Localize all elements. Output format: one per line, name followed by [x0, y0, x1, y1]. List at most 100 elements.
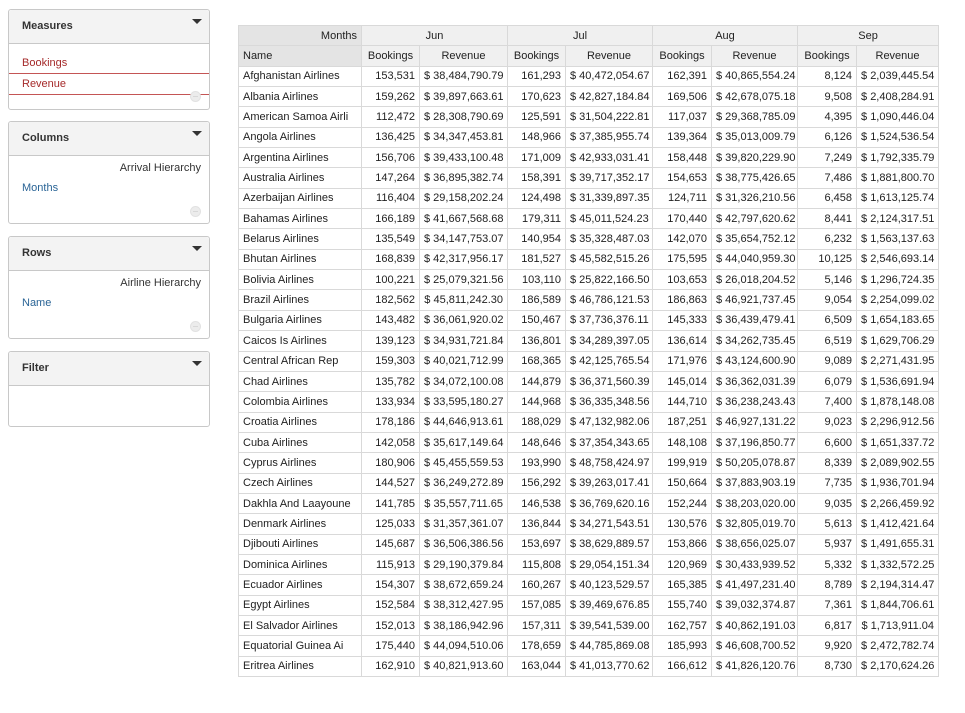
bookings-cell: 135,549 — [361, 228, 420, 250]
month-header[interactable]: Aug — [651, 24, 799, 47]
revenue-cell: $ 36,249,272.89 — [419, 472, 508, 494]
column-header-bookings[interactable]: Bookings — [507, 45, 566, 67]
column-header-bookings[interactable]: Bookings — [797, 45, 858, 67]
revenue-cell: $ 38,186,942.96 — [419, 614, 508, 637]
revenue-cell: $ 2,170,624.26 — [856, 655, 940, 678]
bookings-cell: 147,264 — [361, 167, 420, 189]
table-row: Dakhla And Laayoune 141,785 $ 35,557,711.6… — [238, 492, 940, 515]
bookings-cell: 162,910 — [361, 655, 420, 678]
month-header-row: Months Jun Jul Aug Sep — [238, 24, 940, 47]
bookings-cell: 4,395 — [797, 106, 858, 128]
revenue-cell: $ 34,271,543.51 — [565, 513, 653, 535]
month-header[interactable]: Sep — [797, 24, 940, 47]
table-row: Afghanistan Airlines 153,531 $ 38,484,790.… — [238, 65, 940, 88]
bookings-cell: 161,293 — [507, 65, 566, 88]
column-header-bookings[interactable]: Bookings — [652, 45, 712, 67]
table-row: Cuba Airlines 142,058 $ 35,617,149.64 148,6… — [238, 431, 940, 454]
revenue-cell: $ 38,484,790.79 — [419, 65, 508, 88]
table-row: Bolivia Airlines 100,221 $ 25,079,321.56 10… — [238, 269, 940, 291]
row-name-cell: Central African Rep — [238, 350, 362, 372]
bookings-cell: 100,221 — [361, 269, 420, 291]
column-header-revenue[interactable]: Revenue — [419, 45, 508, 67]
bookings-cell: 169,506 — [652, 86, 712, 108]
bookings-cell: 136,425 — [361, 126, 420, 149]
bookings-cell: 103,653 — [652, 269, 712, 291]
column-header-revenue[interactable]: Revenue — [856, 45, 940, 67]
revenue-cell: $ 1,713,911.04 — [856, 614, 940, 637]
clear-icon[interactable] — [190, 321, 201, 332]
collapse-icon[interactable] — [192, 361, 202, 366]
revenue-cell: $ 40,865,554.24 — [710, 65, 799, 88]
bookings-cell: 187,251 — [652, 411, 712, 433]
measure-item-bookings[interactable]: Bookings — [9, 53, 209, 74]
bookings-cell: 168,365 — [507, 350, 566, 372]
row-name-cell: Argentina Airlines — [238, 147, 362, 169]
revenue-cell: $ 35,654,752.12 — [710, 228, 799, 250]
bookings-cell: 185,993 — [652, 635, 712, 657]
revenue-cell: $ 42,317,956.17 — [419, 248, 508, 271]
bookings-cell: 165,385 — [652, 574, 712, 596]
revenue-cell: $ 1,651,337.72 — [856, 431, 940, 454]
bookings-cell: 158,391 — [507, 167, 566, 189]
collapse-icon[interactable] — [192, 131, 202, 136]
measures-panel: Measures Bookings Revenue — [8, 9, 210, 110]
table-row: Ecuador Airlines 154,307 $ 38,672,659.24 16… — [238, 574, 940, 596]
hierarchy-label: Arrival Hierarchy — [119, 162, 201, 174]
collapse-icon[interactable] — [192, 19, 202, 24]
columns-panel: Columns Arrival Hierarchy Months — [8, 121, 210, 224]
bookings-cell: 178,186 — [361, 411, 420, 433]
revenue-cell: $ 39,897,663.61 — [419, 86, 508, 108]
month-header[interactable]: Jul — [507, 24, 653, 47]
clear-icon[interactable] — [190, 91, 201, 102]
revenue-cell: $ 26,018,204.52 — [710, 269, 799, 291]
revenue-cell: $ 39,469,676.85 — [565, 594, 653, 616]
collapse-icon[interactable] — [192, 246, 202, 251]
measures-panel-header[interactable]: Measures — [9, 10, 209, 44]
bookings-cell: 159,262 — [361, 86, 420, 108]
revenue-cell: $ 41,013,770.62 — [565, 655, 653, 678]
rows-panel-header[interactable]: Rows — [9, 237, 209, 271]
level-item-months[interactable]: Months — [9, 180, 209, 196]
bookings-cell: 125,033 — [361, 513, 420, 535]
columns-panel-header[interactable]: Columns — [9, 122, 209, 156]
row-name-cell: Angola Airlines — [238, 126, 362, 149]
bookings-cell: 159,303 — [361, 350, 420, 372]
row-name-cell: Bhutan Airlines — [238, 248, 362, 271]
bookings-cell: 124,711 — [652, 187, 712, 210]
bookings-cell: 8,789 — [797, 574, 858, 596]
revenue-cell: $ 40,821,913.60 — [419, 655, 508, 678]
month-header[interactable]: Jun — [361, 24, 508, 47]
revenue-cell: $ 1,296,724.35 — [856, 269, 940, 291]
hierarchy-label: Airline Hierarchy — [120, 277, 201, 289]
table-row: Croatia Airlines 178,186 $ 44,646,913.61 18… — [238, 411, 940, 433]
bookings-cell: 136,614 — [652, 330, 712, 352]
bookings-cell: 166,189 — [361, 208, 420, 230]
filter-panel-header[interactable]: Filter — [9, 352, 209, 386]
row-name-cell: Egypt Airlines — [238, 594, 362, 616]
level-item-name[interactable]: Name — [9, 295, 209, 311]
table-row: Bahamas Airlines 166,189 $ 41,667,568.68 17… — [238, 208, 940, 230]
filter-panel: Filter — [8, 351, 210, 427]
revenue-cell: $ 37,196,850.77 — [710, 431, 799, 454]
column-header-revenue[interactable]: Revenue — [565, 45, 653, 67]
row-header-name[interactable]: Name — [238, 45, 362, 67]
corner-header: Months — [238, 24, 362, 47]
table-row: Eritrea Airlines 162,910 $ 40,821,913.60 16… — [238, 655, 940, 678]
row-name-cell: Equatorial Guinea Ai — [238, 635, 362, 657]
bookings-cell: 157,085 — [507, 594, 566, 616]
column-header-bookings[interactable]: Bookings — [361, 45, 420, 67]
revenue-cell: $ 1,792,335.79 — [856, 147, 940, 169]
column-header-revenue[interactable]: Revenue — [710, 45, 799, 67]
measure-item-revenue[interactable]: Revenue — [9, 74, 209, 95]
table-row: Bhutan Airlines 168,839 $ 42,317,956.17 181… — [238, 248, 940, 271]
table-row: Czech Airlines 144,527 $ 36,249,272.89 156,… — [238, 472, 940, 494]
bookings-cell: 6,458 — [797, 187, 858, 210]
revenue-cell: $ 2,408,284.91 — [856, 86, 940, 108]
bookings-cell: 141,785 — [361, 492, 420, 515]
bookings-cell: 142,058 — [361, 431, 420, 454]
bookings-cell: 150,664 — [652, 472, 712, 494]
clear-icon[interactable] — [190, 206, 201, 217]
bookings-cell: 5,146 — [797, 269, 858, 291]
revenue-cell: $ 34,072,100.08 — [419, 370, 508, 393]
bookings-cell: 153,531 — [361, 65, 420, 88]
